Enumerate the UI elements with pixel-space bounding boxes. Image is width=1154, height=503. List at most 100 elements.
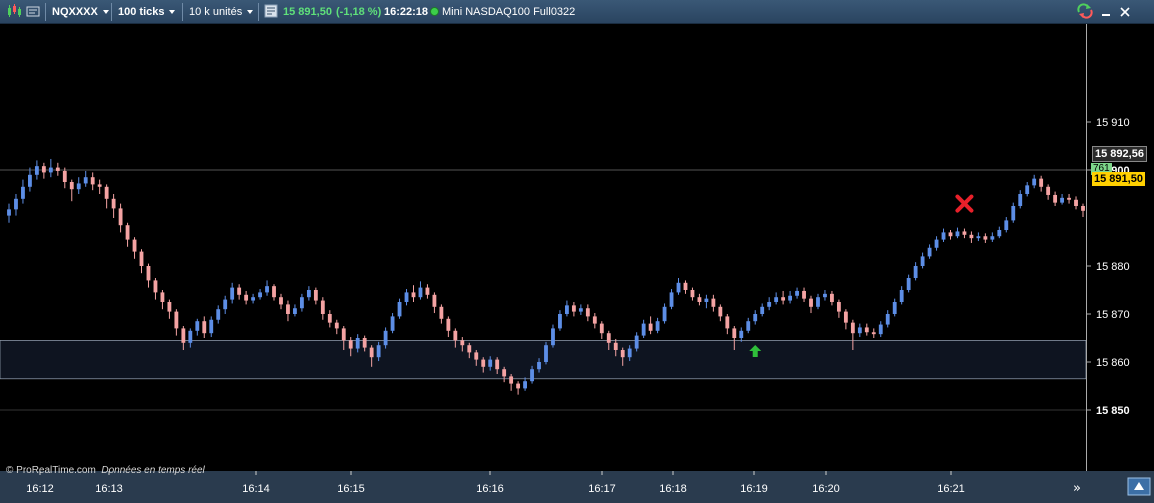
candle-body: [711, 298, 716, 307]
minimize-icon[interactable]: [1100, 0, 1112, 24]
y-tick-label: 15 850: [1096, 405, 1130, 417]
y-tick-label: 15 880: [1096, 261, 1130, 273]
candle-body: [355, 338, 360, 349]
candle-body: [606, 333, 611, 343]
candle-body: [272, 286, 276, 298]
candle-body: [1074, 199, 1078, 206]
candle-body: [251, 297, 256, 301]
candle-body: [341, 328, 346, 341]
candle-body: [697, 297, 702, 302]
candle-body: [1004, 220, 1009, 230]
candle-body: [613, 342, 618, 350]
candle-body: [397, 302, 402, 317]
candle-body: [244, 294, 249, 301]
highlight-zone: [0, 340, 1087, 380]
candle-body: [516, 383, 521, 389]
candle-body: [781, 297, 786, 301]
candle-body: [578, 308, 583, 312]
candle-body: [641, 323, 646, 336]
x-tick-label: 16:12: [26, 483, 54, 495]
candle-body: [537, 362, 541, 370]
candle-body: [523, 381, 527, 389]
quote-time: 16:22:18: [384, 6, 429, 18]
symbol-selector[interactable]: NQXXXX: [52, 0, 109, 24]
candle-body: [690, 290, 695, 298]
link-icon[interactable]: [26, 0, 40, 24]
candle-body: [76, 183, 81, 190]
scroll-right-icon[interactable]: »: [1073, 481, 1081, 496]
chevron-down-icon: [247, 10, 254, 15]
plot-background: [0, 24, 1086, 471]
candle-body: [774, 297, 779, 302]
candle-body: [502, 369, 507, 377]
candle-body: [885, 314, 890, 325]
candle-body: [348, 340, 353, 349]
candle-body: [69, 182, 74, 190]
candle-body: [432, 294, 437, 307]
candle-body: [446, 318, 451, 331]
candle-body: [174, 311, 179, 329]
refresh-icon[interactable]: [1076, 0, 1094, 24]
candle-body: [369, 347, 374, 358]
candle-body: [571, 305, 576, 312]
candle-body: [599, 323, 604, 334]
candle-body: [906, 278, 911, 290]
candle-body: [551, 328, 555, 346]
candle-body: [983, 236, 988, 240]
candle-body: [474, 352, 479, 360]
candle-body: [390, 316, 395, 331]
candle-body: [948, 232, 953, 237]
status-dot-icon: [430, 7, 439, 16]
candle-body: [327, 314, 332, 323]
candle-body: [41, 166, 46, 173]
candle-body: [439, 306, 444, 319]
x-tick-label: 16:14: [242, 483, 270, 495]
close-icon[interactable]: [1119, 0, 1131, 24]
candle-body: [669, 292, 674, 307]
watermark-note: Données en temps réel: [101, 465, 205, 476]
price-chart[interactable]: 15 91015 90015 88015 87015 86015 85016:1…: [0, 24, 1154, 503]
candle-body: [146, 266, 151, 281]
x-tick-label: 16:20: [812, 483, 840, 495]
candle-body: [293, 308, 297, 314]
candle-body: [1018, 194, 1023, 206]
volume-units-selector[interactable]: 10 k unités: [189, 0, 254, 24]
timeframe-label: 100 ticks: [118, 6, 165, 18]
candle-body: [634, 335, 639, 349]
candle-body: [969, 234, 974, 239]
x-tick-label: 16:21: [937, 483, 965, 495]
chart-area[interactable]: 15 910 15 900 15 880 15 870 15 860 15 850 16:1…: [0, 24, 1154, 503]
chevron-down-icon: [169, 10, 176, 15]
candle-body: [767, 302, 772, 307]
timeframe-selector[interactable]: 100 ticks: [118, 0, 176, 24]
candle-body: [509, 376, 514, 384]
candle-body: [544, 345, 548, 362]
candle-body: [934, 239, 939, 248]
candle-body: [411, 292, 416, 298]
candle-body: [55, 167, 60, 171]
candle-body: [1067, 197, 1071, 200]
candle-body: [962, 231, 967, 235]
candle-body: [732, 328, 737, 338]
candle-body: [376, 345, 381, 358]
candle-body: [927, 247, 932, 257]
candle-body: [209, 319, 214, 334]
watermark: © ProRealTime.com Données en temps réel: [6, 465, 205, 476]
order-book-icon[interactable]: [264, 0, 278, 24]
candle-body: [28, 174, 32, 187]
candle-body: [453, 330, 458, 341]
chevron-down-icon: [102, 10, 109, 15]
candle-body: [334, 322, 339, 329]
candle-body: [279, 297, 283, 305]
candle-body: [823, 293, 827, 298]
candle-body: [62, 170, 67, 182]
candle-body: [760, 306, 765, 314]
candle-body: [843, 311, 848, 323]
candle-body: [892, 302, 897, 314]
y-tick-label: 15 910: [1096, 117, 1130, 129]
candle-body: [788, 295, 793, 301]
candle-body: [153, 280, 158, 293]
chart-type-icon[interactable]: [6, 0, 22, 24]
last-price-tag: 15 891,50: [1092, 172, 1145, 186]
toolbar-separator: [258, 3, 259, 21]
